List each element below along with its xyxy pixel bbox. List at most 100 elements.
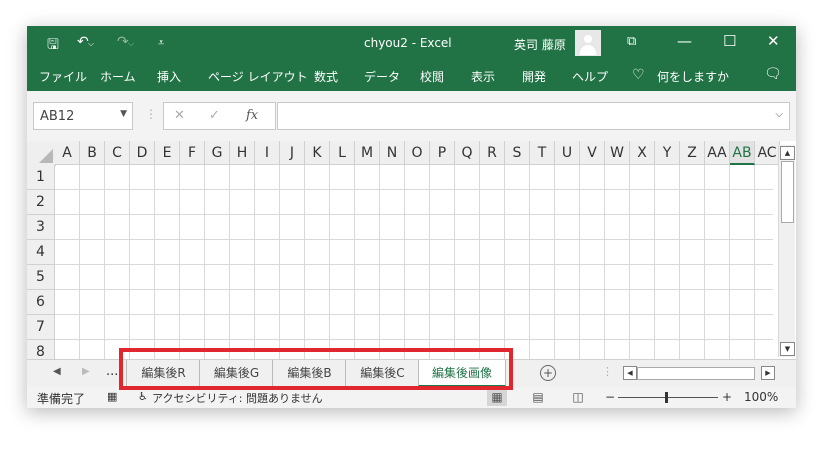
minimize-icon[interactable]: — [677, 32, 692, 50]
tab-file[interactable]: ファイル [39, 68, 87, 85]
column-header[interactable]: O [405, 141, 430, 165]
column-header[interactable]: M [355, 141, 380, 165]
customize-qat-icon[interactable]: ⩡ [158, 36, 164, 50]
tab-data[interactable]: データ [364, 68, 400, 85]
column-header[interactable]: W [605, 141, 630, 165]
column-header[interactable]: AC [755, 141, 780, 165]
column-header[interactable]: G [205, 141, 230, 165]
zoom-out-button[interactable]: − [605, 390, 615, 404]
comment-icon[interactable]: 🗨 [764, 66, 782, 82]
user-name[interactable]: 英司 藤原 [514, 36, 566, 53]
tab-review[interactable]: 校閲 [420, 68, 444, 85]
column-header[interactable]: AA [705, 141, 730, 165]
tab-home[interactable]: ホーム [100, 68, 136, 85]
row-header[interactable]: 5 [27, 265, 55, 290]
column-header[interactable]: P [430, 141, 455, 165]
column-header[interactable]: H [230, 141, 255, 165]
redo-icon: ↷ [117, 34, 129, 50]
column-header[interactable]: Q [455, 141, 480, 165]
column-header[interactable]: V [580, 141, 605, 165]
scroll-left-icon[interactable]: ◀ [623, 366, 637, 380]
avatar[interactable] [575, 30, 601, 56]
tab-insert[interactable]: 挿入 [157, 68, 181, 85]
more-icon: ⋮ [145, 107, 157, 121]
column-header[interactable]: N [380, 141, 405, 165]
column-header[interactable]: I [255, 141, 280, 165]
zoom-in-button[interactable]: + [722, 390, 732, 404]
enter-icon[interactable]: ✓ [209, 108, 220, 123]
column-header[interactable]: AB [730, 141, 755, 165]
column-header[interactable]: R [480, 141, 505, 165]
column-header[interactable]: J [280, 141, 305, 165]
zoom-level[interactable]: 100% [744, 390, 778, 404]
status-bar: 準備完了 ▦ ♿ アクセシビリティ: 問題ありません ▦ ▤ ◫ − + 100… [27, 387, 796, 408]
splitter-icon[interactable]: ⋮ [602, 365, 613, 378]
tab-help[interactable]: ヘルプ [572, 68, 608, 85]
more-sheets-button[interactable]: ... [106, 364, 118, 379]
column-header[interactable]: S [505, 141, 530, 165]
column-header[interactable]: F [180, 141, 205, 165]
hscroll-thumb[interactable] [637, 367, 755, 380]
undo-icon[interactable]: ↶ [77, 34, 89, 50]
tell-me-search[interactable]: 何をしますか [657, 68, 729, 85]
column-header[interactable]: Z [680, 141, 705, 165]
column-header[interactable]: B [80, 141, 105, 165]
column-header[interactable]: A [55, 141, 80, 165]
vertical-scrollbar[interactable]: ▲ ▼ [778, 145, 795, 357]
maximize-icon[interactable]: ☐ [723, 32, 736, 50]
select-all-button[interactable] [27, 141, 56, 166]
prev-sheet-icon[interactable]: ◀ [53, 366, 61, 377]
tab-developer[interactable]: 開発 [522, 68, 546, 85]
row-header[interactable]: 2 [27, 190, 55, 215]
accessibility-icon[interactable]: ♿ [138, 390, 148, 403]
column-header[interactable]: Y [655, 141, 680, 165]
formula-input[interactable]: ⌵ [277, 102, 790, 130]
cell-area[interactable] [55, 165, 773, 359]
cancel-icon[interactable]: ✕ [174, 108, 185, 123]
column-header[interactable]: T [530, 141, 555, 165]
normal-view-icon[interactable]: ▦ [487, 388, 507, 406]
ribbon-display-options-icon[interactable]: ⧉ [627, 34, 636, 49]
row-header[interactable]: 7 [27, 315, 55, 340]
next-sheet-icon[interactable]: ▶ [82, 366, 90, 377]
page-break-view-icon[interactable]: ◫ [568, 388, 588, 406]
scroll-down-icon[interactable]: ▼ [780, 342, 795, 356]
undo-dropdown-icon[interactable]: ⌵ [88, 39, 94, 49]
name-box[interactable]: AB12 ▼ [33, 102, 133, 130]
insert-function-icon[interactable]: fx [246, 108, 258, 123]
zoom-slider-knob[interactable] [665, 392, 668, 403]
row-header[interactable]: 3 [27, 215, 55, 240]
expand-formula-bar-icon[interactable]: ⌵ [775, 109, 783, 120]
column-header[interactable]: X [630, 141, 655, 165]
zoom-slider[interactable] [618, 397, 718, 398]
row-header[interactable]: 1 [27, 165, 55, 190]
column-header[interactable]: D [130, 141, 155, 165]
scroll-up-icon[interactable]: ▲ [780, 146, 795, 160]
redo-dropdown-icon: ⌵ [128, 39, 135, 48]
column-header[interactable]: L [330, 141, 355, 165]
tab-page-layout[interactable]: ページ レイアウト [208, 68, 308, 85]
chevron-down-icon[interactable]: ▼ [120, 109, 127, 119]
scroll-thumb[interactable] [781, 161, 794, 223]
add-sheet-button[interactable]: + [540, 365, 556, 381]
window-title: chyou2 - Excel [364, 36, 452, 50]
row-header[interactable]: 4 [27, 240, 55, 265]
column-header[interactable]: C [105, 141, 130, 165]
macro-record-icon[interactable]: ▦ [107, 390, 117, 403]
row-header[interactable]: 8 [27, 340, 55, 359]
tab-view[interactable]: 表示 [471, 68, 495, 85]
scroll-right-icon[interactable]: ▶ [761, 366, 775, 380]
column-header[interactable]: U [555, 141, 580, 165]
formula-buttons: ✕ ✓ fx [163, 102, 276, 130]
name-box-value: AB12 [40, 109, 75, 124]
column-header[interactable]: K [305, 141, 330, 165]
accessibility-status[interactable]: アクセシビリティ: 問題ありません [152, 390, 323, 406]
save-icon[interactable]: 🖫 [47, 34, 59, 58]
close-icon[interactable]: ✕ [767, 32, 780, 50]
page-layout-view-icon[interactable]: ▤ [528, 388, 548, 406]
horizontal-scrollbar[interactable]: ◀ ▶ [623, 366, 775, 380]
tab-formulas[interactable]: 数式 [314, 68, 338, 85]
lightbulb-icon[interactable]: ♡ [632, 67, 645, 83]
row-header[interactable]: 6 [27, 290, 55, 315]
column-header[interactable]: E [155, 141, 180, 165]
